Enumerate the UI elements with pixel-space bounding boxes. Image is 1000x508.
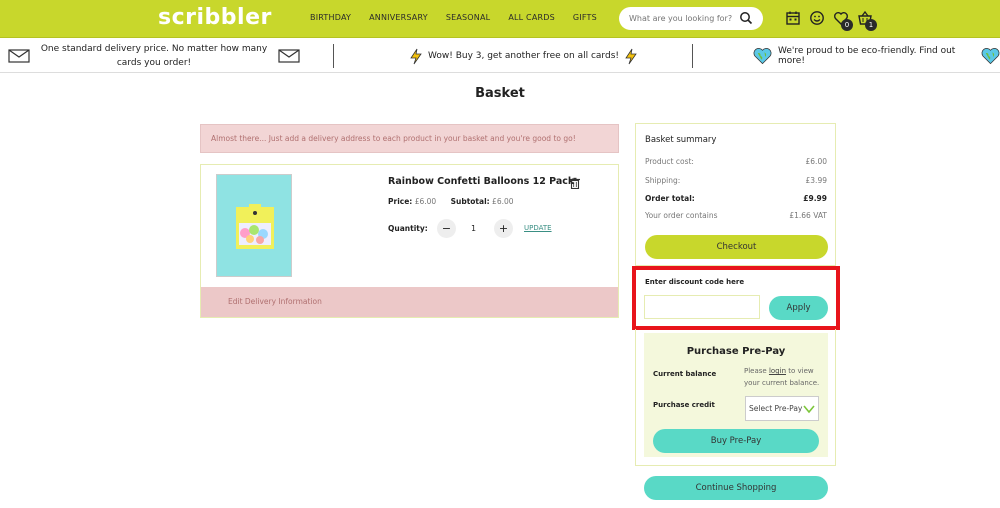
nav-birthday[interactable]: BIRTHDAY xyxy=(310,13,351,22)
summary-row-vat: Your order contains £1.66 VAT xyxy=(645,211,827,220)
summary-value: £3.99 xyxy=(805,176,827,185)
product-name[interactable]: Rainbow Confetti Balloons 12 Pack xyxy=(388,176,574,187)
prepay-container: Purchase Pre-Pay Current balance Please … xyxy=(635,329,836,466)
search-icon[interactable] xyxy=(739,11,753,25)
balloons-pack-image xyxy=(236,204,274,249)
delivery-alert: Almost there... Just add a delivery addr… xyxy=(200,124,619,153)
discount-section: Enter discount code here Apply xyxy=(632,266,840,330)
price-value: £6.00 xyxy=(414,197,437,206)
checkout-button[interactable]: Checkout xyxy=(645,235,828,259)
lightning-icon xyxy=(410,48,422,64)
nav-anniversary[interactable]: ANNIVERSARY xyxy=(369,13,428,22)
promo-strip: One standard delivery price. No matter h… xyxy=(0,39,1000,73)
chevron-down-icon xyxy=(803,405,815,414)
apply-discount-button[interactable]: Apply xyxy=(769,296,828,320)
main-nav: BIRTHDAY ANNIVERSARY SEASONAL ALL CARDS … xyxy=(310,13,597,22)
eco-heart-icon xyxy=(753,48,772,65)
wishlist-count-badge: 0 xyxy=(841,19,853,31)
promo-delivery: One standard delivery price. No matter h… xyxy=(8,39,330,73)
prepay-select[interactable]: Select Pre-Pay xyxy=(745,396,819,421)
summary-title: Basket summary xyxy=(645,135,717,145)
basket-count-badge: 1 xyxy=(865,19,877,31)
summary-label: Shipping: xyxy=(645,176,681,185)
promo-eco[interactable]: We're proud to be eco-friendly. Find out… xyxy=(753,39,1000,73)
nav-seasonal[interactable]: SEASONAL xyxy=(446,13,491,22)
quantity-increase-button[interactable]: + xyxy=(494,219,513,238)
balance-note-before: Please xyxy=(744,367,769,375)
product-image[interactable] xyxy=(216,174,292,277)
prepay-title: Purchase Pre-Pay xyxy=(686,346,786,357)
top-bar: scribbler BIRTHDAY ANNIVERSARY SEASONAL … xyxy=(0,0,1000,38)
summary-row-shipping: Shipping: £3.99 xyxy=(645,176,827,185)
subtotal-label: Subtotal: xyxy=(450,197,490,206)
envelope-icon xyxy=(8,49,30,63)
subtotal-value: £6.00 xyxy=(492,197,514,206)
prepay-panel: Purchase Pre-Pay Current balance Please … xyxy=(644,333,828,457)
summary-label: Product cost: xyxy=(645,157,694,166)
summary-label: Order total: xyxy=(645,194,695,203)
buy-prepay-button[interactable]: Buy Pre-Pay xyxy=(653,429,819,453)
promo-offer[interactable]: Wow! Buy 3, get another free on all card… xyxy=(410,39,637,73)
lightning-icon xyxy=(625,48,637,64)
edit-delivery-link[interactable]: Edit Delivery Information xyxy=(201,287,618,317)
purchase-credit-label: Purchase credit xyxy=(653,401,715,409)
prepay-select-value: Select Pre-Pay xyxy=(749,404,803,413)
calendar-icon[interactable] xyxy=(785,10,801,26)
eco-heart-icon xyxy=(981,48,1000,65)
nav-all-cards[interactable]: ALL CARDS xyxy=(508,13,555,22)
basket-summary: Basket summary Product cost: £6.00 Shippi… xyxy=(635,123,836,266)
quantity-label: Quantity: xyxy=(388,224,428,233)
search-input[interactable] xyxy=(629,12,739,25)
balance-note: Please login to view your current balanc… xyxy=(744,365,824,389)
nav-gifts[interactable]: GIFTS xyxy=(573,13,597,22)
summary-row-total: Order total: £9.99 xyxy=(645,194,827,203)
quantity-decrease-button[interactable]: − xyxy=(437,219,456,238)
summary-value: £6.00 xyxy=(805,157,827,166)
promo-divider xyxy=(692,44,693,68)
price-row: Price: £6.00 Subtotal: £6.00 xyxy=(388,197,514,206)
trash-icon[interactable] xyxy=(569,177,581,189)
promo-delivery-text: One standard delivery price. No matter h… xyxy=(40,44,268,68)
account-icon[interactable] xyxy=(809,10,825,26)
summary-label: Your order contains xyxy=(645,211,718,220)
price-label: Price: xyxy=(388,197,413,206)
login-link[interactable]: login xyxy=(769,367,786,375)
search-box xyxy=(619,7,763,30)
update-link[interactable]: UPDATE xyxy=(524,224,552,232)
current-balance-label: Current balance xyxy=(653,370,717,378)
discount-code-input[interactable] xyxy=(644,295,760,319)
summary-value: £9.99 xyxy=(803,194,827,203)
quantity-value: 1 xyxy=(471,224,477,233)
envelope-icon xyxy=(278,49,300,63)
continue-shopping-button[interactable]: Continue Shopping xyxy=(644,476,828,500)
promo-eco-text: We're proud to be eco-friendly. Find out… xyxy=(778,46,956,66)
basket-item: Rainbow Confetti Balloons 12 Pack Price:… xyxy=(200,164,619,318)
promo-offer-text: Wow! Buy 3, get another free on all card… xyxy=(428,51,619,61)
summary-value: £1.66 VAT xyxy=(789,211,827,220)
promo-divider xyxy=(333,44,334,68)
discount-label: Enter discount code here xyxy=(645,278,745,286)
logo[interactable]: scribbler xyxy=(158,5,272,30)
summary-row-product: Product cost: £6.00 xyxy=(645,157,827,166)
page-title: Basket xyxy=(475,86,525,101)
